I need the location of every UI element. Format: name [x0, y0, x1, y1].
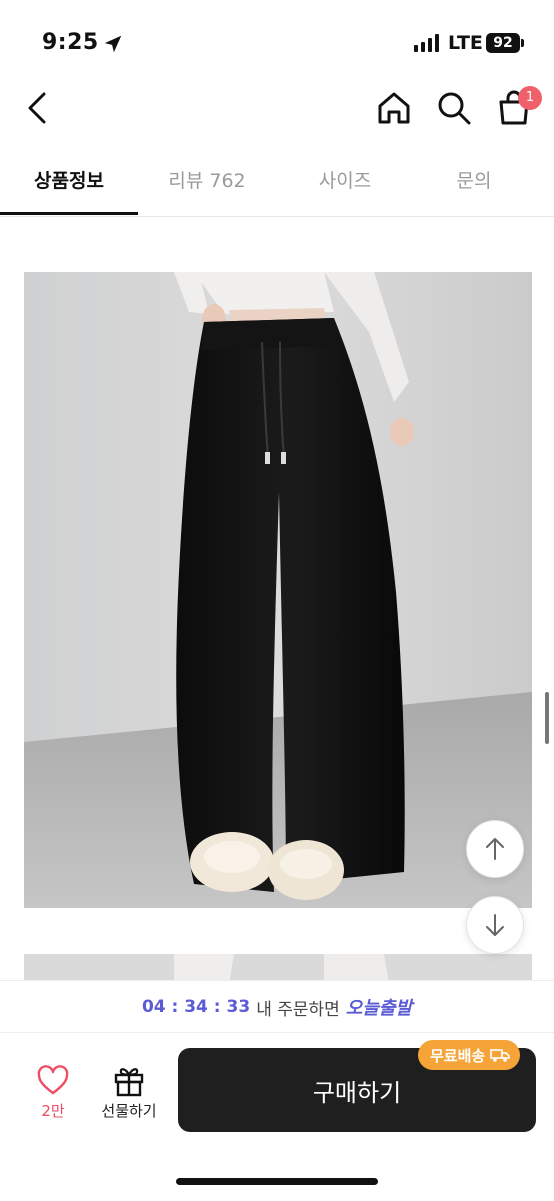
- page-scrollbar[interactable]: [545, 692, 549, 744]
- countdown-timer: 04 : 34 : 33: [141, 997, 251, 1017]
- arrow-up-icon: [486, 838, 504, 860]
- tab-inquiry[interactable]: 문의: [414, 158, 534, 216]
- product-image: [24, 272, 532, 908]
- tab-product-info[interactable]: 상품정보: [0, 158, 138, 216]
- network-label: LTE: [448, 32, 483, 54]
- scroll-down-button[interactable]: [466, 896, 524, 954]
- same-day-shipping-label: 오늘출발: [345, 998, 413, 1019]
- tab-reviews[interactable]: 리뷰 762: [138, 158, 276, 216]
- scroll-up-button[interactable]: [466, 820, 524, 878]
- search-icon[interactable]: [434, 88, 474, 128]
- gift-icon[interactable]: [111, 1062, 147, 1098]
- product-tabs: 상품정보 리뷰 762 사이즈 문의: [0, 158, 554, 217]
- order-deadline-text: 내 주문하면: [256, 999, 340, 1020]
- free-shipping-badge: 무료배송: [418, 1040, 521, 1070]
- like-count: 2만: [41, 1102, 65, 1120]
- back-icon[interactable]: [20, 88, 56, 128]
- active-tab-indicator: [0, 212, 138, 215]
- arrow-down-icon: [486, 914, 504, 936]
- tab-size[interactable]: 사이즈: [276, 158, 414, 216]
- home-icon[interactable]: [374, 88, 414, 128]
- signal-icon: [414, 34, 439, 52]
- order-deadline-banner: 04 : 34 : 33 내 주문하면 오늘출발: [0, 980, 554, 1033]
- battery-cap: [521, 39, 524, 47]
- free-shipping-label: 무료배송: [430, 1046, 486, 1065]
- battery-icon: 92: [486, 33, 520, 53]
- heart-icon[interactable]: [36, 1064, 70, 1098]
- truck-icon: [490, 1049, 511, 1062]
- status-time: 9:25: [42, 30, 99, 55]
- gift-label: 선물하기: [101, 1102, 157, 1120]
- home-indicator: [176, 1178, 378, 1185]
- location-arrow-icon: [104, 35, 122, 53]
- cart-count-badge: 1: [518, 86, 542, 110]
